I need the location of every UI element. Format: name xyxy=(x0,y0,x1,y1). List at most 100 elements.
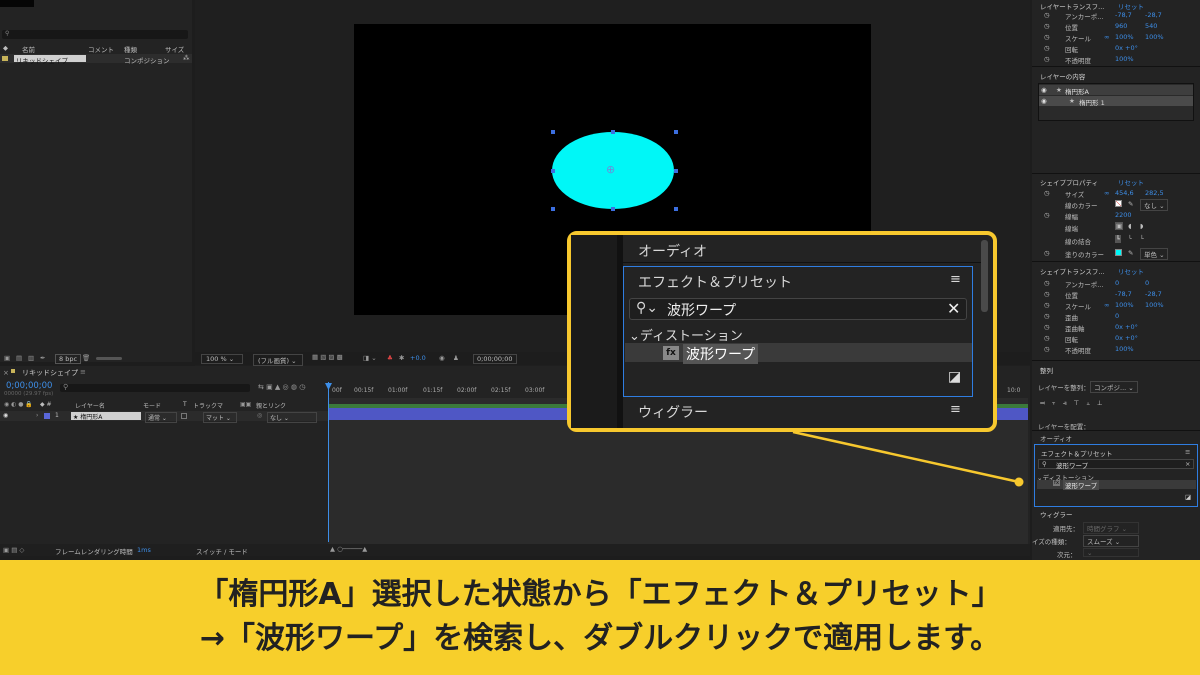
stopwatch-icon[interactable]: ◷ xyxy=(1044,44,1050,52)
size-width[interactable]: 454,6 xyxy=(1115,189,1134,197)
current-time-display[interactable]: 0;00;00;00 xyxy=(6,381,52,391)
timeline-tab[interactable]: リキッドシェイプ xyxy=(22,368,78,378)
stopwatch-icon[interactable]: ◷ xyxy=(1044,312,1050,320)
eyedropper-icon[interactable]: ✎ xyxy=(1128,200,1133,208)
st-skew-axis-value[interactable]: 0x +0° xyxy=(1115,323,1138,331)
blend-mode-select[interactable]: 通常 ⌄ xyxy=(145,412,177,423)
stroke-swatch[interactable] xyxy=(1115,199,1122,207)
column-name[interactable]: 名前 xyxy=(22,44,35,54)
tab-menu-icon[interactable]: ≡ xyxy=(80,368,86,376)
rotation-value[interactable]: 0x +0° xyxy=(1115,44,1138,52)
fill-type-select[interactable]: 単色 ⌄ xyxy=(1140,248,1168,260)
pickwhip-icon[interactable]: ◎ xyxy=(257,412,262,419)
handle-bottom-right[interactable] xyxy=(674,207,678,211)
opacity-value[interactable]: 100% xyxy=(1115,55,1134,63)
handle-bottom-left[interactable] xyxy=(551,207,555,211)
anchor-point-icon[interactable]: ⊕ xyxy=(606,163,615,176)
fill-swatch[interactable] xyxy=(1115,248,1122,256)
panel-menu-icon[interactable]: ≡ xyxy=(1185,448,1190,456)
current-time-indicator[interactable] xyxy=(328,382,329,542)
trash-icon[interactable]: 🗑 xyxy=(82,354,90,362)
callout-audio-title[interactable]: オーディオ xyxy=(638,241,707,261)
exposure-value[interactable]: +0.0 xyxy=(410,354,426,362)
position-x[interactable]: 960 xyxy=(1115,22,1127,30)
handle-right[interactable] xyxy=(674,169,678,173)
thumbnail-slider[interactable] xyxy=(96,357,122,360)
close-icon[interactable]: × xyxy=(3,369,9,377)
cap-round-icon[interactable]: ◖ xyxy=(1128,222,1131,230)
size-height[interactable]: 282,5 xyxy=(1145,189,1164,197)
stopwatch-icon[interactable]: ◷ xyxy=(1044,290,1050,298)
show-snapshot-icon[interactable]: ♟ xyxy=(453,354,459,362)
switch-mode-toggle[interactable]: スイッチ / モード xyxy=(196,546,248,556)
timeline-search-input[interactable]: ⚲ xyxy=(60,383,250,392)
st-opacity-value[interactable]: 100% xyxy=(1115,345,1134,353)
align-buttons[interactable]: ⫤⫟⫣⊤⫠⊥ xyxy=(1040,399,1110,408)
scale-x[interactable]: 100% xyxy=(1115,33,1134,41)
new-comp-icon[interactable]: ▥ xyxy=(28,354,34,362)
timeline-tools-icon[interactable]: ⇆ ▣ ▲ ◎ ◍ ◷ xyxy=(258,383,305,391)
expand-arrow-icon[interactable]: › xyxy=(36,412,38,419)
anchor-y[interactable]: -28,7 xyxy=(1145,11,1162,19)
column-comment[interactable]: コメント xyxy=(88,44,114,54)
zoom-select[interactable]: 100 % ⌄ xyxy=(201,354,243,364)
new-preset-icon[interactable]: ◪ xyxy=(1185,493,1191,501)
column-type[interactable]: 種類 xyxy=(124,44,137,54)
st-position-y[interactable]: -28,7 xyxy=(1145,290,1162,298)
footer-icons[interactable]: ▣ ▤ ◇ xyxy=(3,546,24,554)
st-scale-x[interactable]: 100% xyxy=(1115,301,1134,309)
column-mode[interactable]: モード xyxy=(143,401,161,410)
wiggler-dim-select[interactable]: ⌄ xyxy=(1083,548,1139,557)
column-size[interactable]: サイズ xyxy=(165,44,184,54)
color-icon[interactable]: ♣ xyxy=(387,354,393,362)
join-miter-icon[interactable]: ┗ xyxy=(1115,235,1121,243)
wiggler-apply-select[interactable]: 時間グラフ ⌄ xyxy=(1083,522,1139,534)
track-matte-select[interactable]: マット ⌄ xyxy=(203,412,237,423)
pen-icon[interactable]: ✒ xyxy=(40,354,45,362)
stopwatch-icon[interactable]: ◷ xyxy=(1044,11,1050,19)
join-round-icon[interactable]: ╰ xyxy=(1128,235,1132,243)
snapshot-icon[interactable]: ◉ xyxy=(439,354,445,362)
stopwatch-icon[interactable]: ◷ xyxy=(1044,249,1050,257)
st-anchor-y[interactable]: 0 xyxy=(1145,279,1149,287)
layer-name[interactable]: ★ 楕円形A xyxy=(71,412,141,421)
callout-scrollbar[interactable] xyxy=(981,240,988,312)
column-layer-name[interactable]: レイヤー名 xyxy=(75,401,105,410)
preserve-transparency-checkbox[interactable] xyxy=(181,413,187,419)
stroke-type-select[interactable]: なし ⌄ xyxy=(1140,199,1168,211)
grid-icon[interactable]: ▦ ▧ ▨ ▩ xyxy=(312,353,343,361)
layer-row[interactable]: ◉ › 1 ★ 楕円形A 通常 ⌄ マット ⌄ ◎ なし ⌄ xyxy=(0,411,328,423)
shape-transform-reset[interactable]: リセット xyxy=(1118,266,1144,276)
column-t[interactable]: T xyxy=(183,401,187,408)
eye-icon[interactable]: ◉ xyxy=(3,412,8,419)
quality-select[interactable]: (フル画質) ⌄ xyxy=(253,354,303,366)
clear-icon[interactable]: ✕ xyxy=(947,299,960,318)
exposure-icon[interactable]: ✱ xyxy=(399,354,404,362)
effects-search-input[interactable]: ⚲ 波形ワープ × xyxy=(1038,459,1194,470)
stopwatch-icon[interactable]: ◷ xyxy=(1044,22,1050,30)
panel-menu-icon[interactable]: ≡ xyxy=(950,402,961,417)
stopwatch-icon[interactable]: ◷ xyxy=(1044,334,1050,342)
eyedropper-icon[interactable]: ✎ xyxy=(1128,249,1133,257)
join-bevel-icon[interactable]: └ xyxy=(1140,235,1144,243)
st-skew-value[interactable]: 0 xyxy=(1115,312,1119,320)
clear-icon[interactable]: × xyxy=(1185,460,1190,468)
eye-icon[interactable]: ◉ xyxy=(1041,97,1047,105)
viewer-timecode[interactable]: 0;00;00;00 xyxy=(473,354,517,364)
link-icon[interactable]: ∞ xyxy=(1104,301,1109,309)
handle-top-left[interactable] xyxy=(551,130,555,134)
stroke-width-value[interactable]: 2200 xyxy=(1115,211,1132,219)
audio-panel-title[interactable]: オーディオ xyxy=(1040,433,1072,443)
parent-select[interactable]: なし ⌄ xyxy=(267,412,317,423)
position-y[interactable]: 540 xyxy=(1145,22,1157,30)
layer-label-color[interactable] xyxy=(44,413,50,419)
stopwatch-icon[interactable]: ◷ xyxy=(1044,211,1050,219)
cap-square-icon[interactable]: ◗ xyxy=(1140,222,1143,230)
callout-wiggler-title[interactable]: ウィグラー xyxy=(638,402,708,422)
column-parent[interactable]: 親とリンク xyxy=(256,401,286,410)
layer-transform-reset[interactable]: リセット xyxy=(1118,1,1144,11)
st-rotation-value[interactable]: 0x +0° xyxy=(1115,334,1138,342)
st-scale-y[interactable]: 100% xyxy=(1145,301,1164,309)
stopwatch-icon[interactable]: ◷ xyxy=(1044,189,1050,197)
align-to-select[interactable]: コンポジ... ⌄ xyxy=(1090,381,1138,393)
